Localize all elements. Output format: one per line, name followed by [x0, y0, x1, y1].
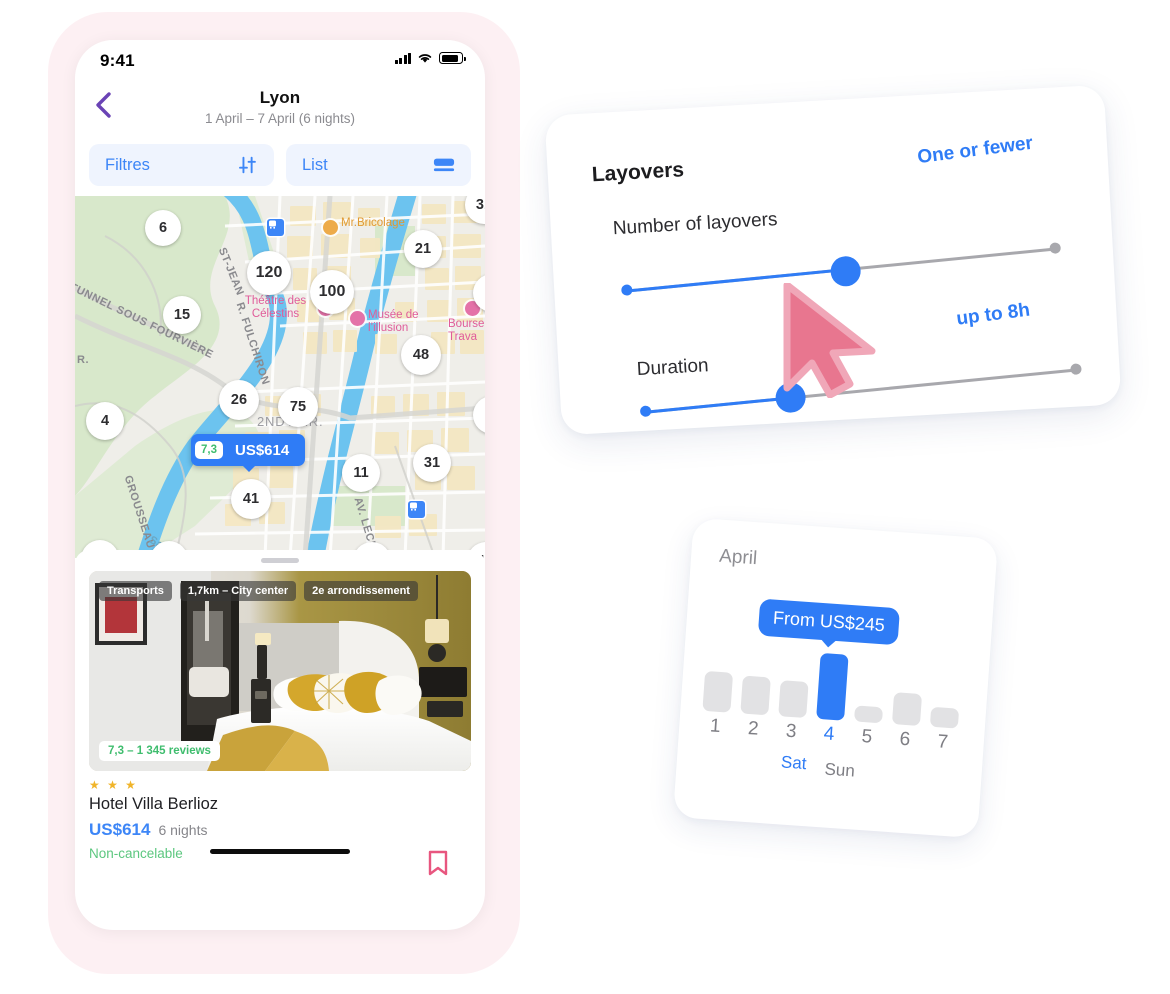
calendar-bars: [702, 645, 966, 729]
hotel-price-label: US$614: [235, 441, 290, 459]
calendar-bar-2[interactable]: [740, 675, 771, 716]
calendar-day-1[interactable]: 1: [701, 715, 730, 739]
poi-label-musee: Musée de l’illusion: [368, 309, 419, 334]
view-toggle-button[interactable]: List: [286, 144, 471, 186]
bottom-sheet: Transports 1,7km – City center 2e arrond…: [75, 550, 485, 876]
poi-dot-musee: [350, 311, 365, 326]
map-price-marker[interactable]: 26: [219, 380, 259, 420]
calendar-day-5[interactable]: 5: [852, 725, 881, 749]
poi-label-bricolage: Mr.Bricolage: [341, 217, 405, 229]
status-bar: 9:41: [75, 40, 485, 80]
map-price-marker[interactable]: 6: [145, 210, 181, 246]
map-price-marker[interactable]: 15: [163, 296, 201, 334]
poi-dot-bricolage: [323, 220, 338, 235]
home-indicator[interactable]: [210, 849, 350, 854]
calendar-bar-4[interactable]: [816, 652, 849, 721]
tag-arrondissement: 2e arrondissement: [304, 581, 418, 601]
map-price-marker[interactable]: 11: [342, 454, 380, 492]
transit-station-icon: [267, 219, 284, 236]
hotel-photo[interactable]: Transports 1,7km – City center 2e arrond…: [89, 571, 471, 771]
list-view-icon: [433, 158, 455, 172]
tag-distance: 1,7km – City center: [179, 581, 297, 601]
calendar-weekday-sat: Sat: [780, 752, 808, 774]
hotel-total-price: US$614: [89, 820, 151, 839]
calendar-day-6[interactable]: 6: [890, 728, 919, 752]
selected-hotel-price-bubble[interactable]: 7,3 US$614: [191, 434, 306, 472]
view-toggle-label: List: [302, 155, 328, 174]
map-price-marker[interactable]: 100: [310, 270, 354, 314]
calendar-bar-5[interactable]: [854, 705, 884, 724]
back-chevron-icon[interactable]: [87, 88, 121, 122]
hotel-star-rating: ★ ★ ★: [89, 778, 138, 792]
filter-toolbar: Filtres List: [75, 136, 485, 196]
status-icons: [394, 52, 466, 64]
calendar-bar-6[interactable]: [891, 692, 923, 727]
wifi-icon: [418, 54, 432, 63]
poi-label-bourse: Bourse Trava: [448, 318, 485, 343]
map-price-marker[interactable]: 75: [278, 387, 318, 427]
calendar-bar-3[interactable]: [778, 680, 809, 719]
price-calendar-card[interactable]: April From US$245 1 2 3 4 5 6 7 Sat Sun: [672, 517, 999, 839]
status-time: 9:41: [100, 51, 135, 70]
calendar-day-7[interactable]: 7: [928, 731, 957, 755]
duration-max-endpoint[interactable]: [1070, 363, 1082, 375]
hotel-nights: 6 nights: [158, 822, 208, 838]
map-price-marker[interactable]: 41: [231, 479, 271, 519]
map-price-marker[interactable]: 31: [413, 444, 451, 482]
map-price-marker[interactable]: 21: [404, 230, 442, 268]
hotel-tags: Transports 1,7km – City center 2e arrond…: [99, 581, 418, 601]
calendar-weekday-sun: Sun: [823, 759, 856, 781]
calendar-day-2[interactable]: 2: [738, 717, 767, 741]
bookmark-icon[interactable]: [427, 850, 449, 876]
hotel-score-badge: 7,3: [195, 441, 223, 459]
map-price-marker[interactable]: 48: [401, 335, 441, 375]
sliders-icon: [239, 156, 256, 174]
map-price-marker[interactable]: 120: [247, 251, 291, 295]
hotel-name: Hotel Villa Berlioz: [89, 795, 219, 813]
page-title: Lyon: [259, 88, 301, 107]
calendar-price-tooltip: From US$245: [757, 598, 901, 646]
calendar-day-3[interactable]: 3: [776, 720, 805, 744]
tag-transports: Transports: [99, 581, 172, 601]
layovers-filter-card[interactable]: Layovers Number of layovers One or fewer…: [544, 84, 1122, 436]
nav-bar: Lyon 1 April – 7 April (6 nights): [75, 80, 485, 136]
duration-slider[interactable]: [545, 85, 1122, 436]
hotel-reviews-badge: 7,3 – 1 345 reviews: [99, 741, 220, 761]
date-range-subtitle: 1 April – 7 April (6 nights): [204, 111, 356, 126]
calendar-bar-1[interactable]: [702, 670, 734, 713]
hotel-card[interactable]: Transports 1,7km – City center 2e arrond…: [75, 571, 485, 876]
calendar-month-label: April: [718, 545, 758, 570]
calendar-bar-7[interactable]: [929, 706, 960, 729]
battery-icon: [439, 52, 466, 64]
filters-button[interactable]: Filtres: [89, 144, 274, 186]
filters-label: Filtres: [105, 155, 150, 174]
street-label-2: R.: [77, 354, 90, 366]
phone-mockup: 9:41 Lyon 1 April – 7 April (6 nights) F…: [75, 40, 485, 930]
sheet-drag-handle[interactable]: [261, 558, 299, 563]
map-price-marker[interactable]: 4: [86, 402, 124, 440]
hotel-price-line: US$614 6 nights: [89, 820, 471, 840]
calendar-day-4[interactable]: 4: [814, 723, 843, 747]
transit-station-icon-2: [408, 501, 425, 518]
cellular-bars-icon: [394, 52, 411, 64]
duration-thumb[interactable]: [774, 381, 807, 414]
duration-min-endpoint[interactable]: [639, 405, 652, 417]
map-view[interactable]: Mr.Bricolage Théâtre des Célestins Musée …: [75, 196, 485, 558]
